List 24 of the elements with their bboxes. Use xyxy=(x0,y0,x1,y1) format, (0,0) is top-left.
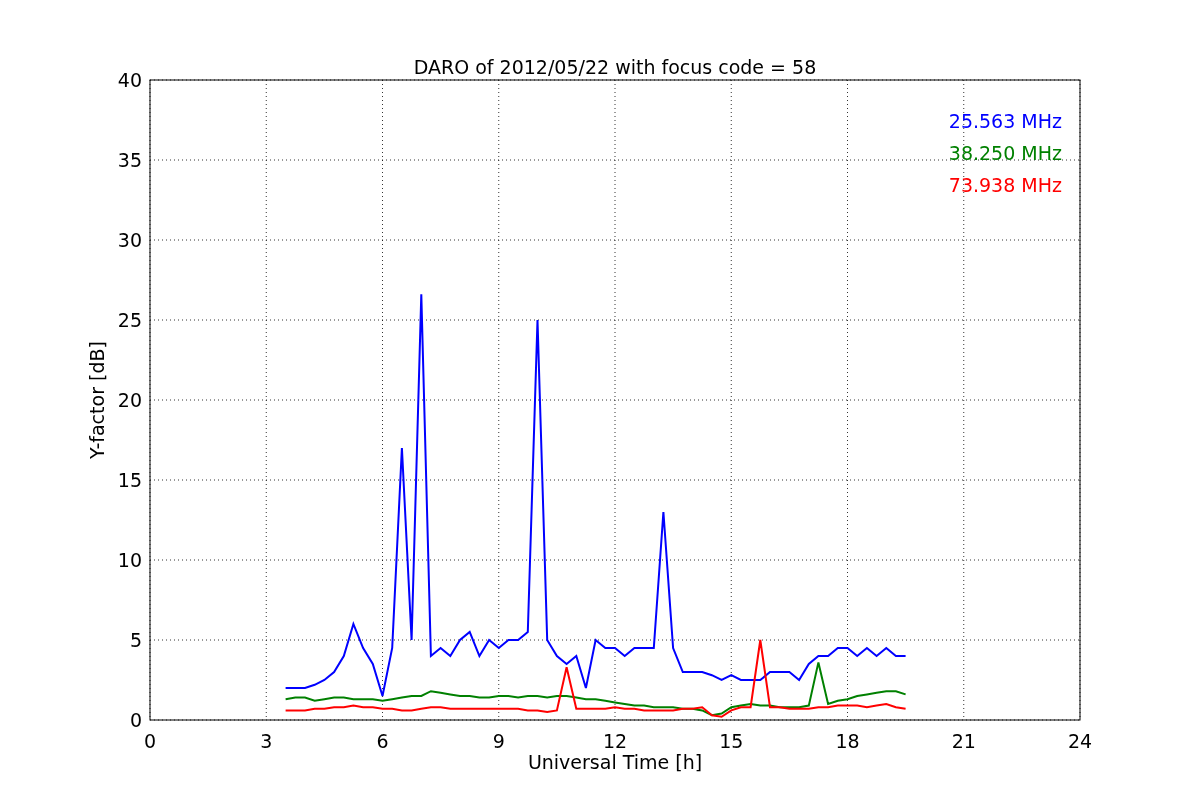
axis-label: Y-factor [dB] xyxy=(86,341,108,459)
tick-label: 15 xyxy=(719,730,744,752)
tick-label: 9 xyxy=(492,730,505,752)
tick-label: 10 xyxy=(117,549,142,571)
tick-label: 18 xyxy=(835,730,860,752)
legend-label: 73.938 MHz xyxy=(948,174,1062,196)
legend-label: 38.250 MHz xyxy=(948,142,1062,164)
tick-label: 0 xyxy=(129,709,142,731)
tick-label: 24 xyxy=(1067,730,1093,752)
tick-label: 15 xyxy=(117,469,142,491)
legend-label: 25.563 MHz xyxy=(948,110,1062,132)
tick-label: 3 xyxy=(260,730,273,752)
tick-label: 0 xyxy=(143,730,157,752)
tick-label: 40 xyxy=(117,69,142,91)
tick-label: 6 xyxy=(376,730,389,752)
tick-label: 12 xyxy=(602,730,628,752)
chart-title: DARO of 2012/05/22 with focus code = 58 xyxy=(413,56,817,78)
tick-label: 5 xyxy=(129,629,142,651)
tick-label: 30 xyxy=(117,229,142,251)
tick-label: 35 xyxy=(117,149,142,171)
tick-label: 20 xyxy=(117,389,142,411)
axis-label: Universal Time [h] xyxy=(527,751,703,773)
tick-label: 21 xyxy=(951,730,976,752)
tick-label: 25 xyxy=(117,309,142,331)
